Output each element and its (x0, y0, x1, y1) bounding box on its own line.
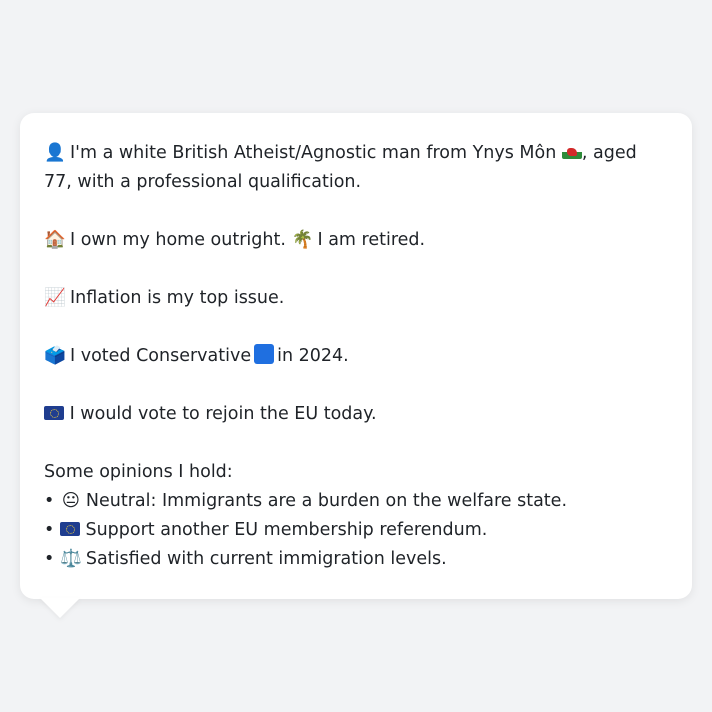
chart-increasing-icon: 📈 (44, 288, 66, 308)
retired-text: I am retired. (317, 230, 426, 250)
issue-text: Inflation is my top issue. (70, 288, 285, 308)
blue-square-icon (254, 344, 275, 364)
eu-flag-icon (44, 406, 64, 420)
opinion-text: Satisfied with current immigration level… (85, 549, 447, 569)
eu-flag-icon (59, 522, 80, 536)
opinion-text: Support another EU membership referendum… (85, 520, 488, 540)
wales-flag-icon (561, 145, 582, 159)
speech-bubble-pointer (40, 598, 80, 618)
opinion-text: Neutral: Immigrants are a burden on the … (85, 491, 568, 511)
balance-scale-icon: ⚖️ (60, 549, 82, 569)
vote-paragraph: 🗳️ I voted Conservative in 2024. (44, 342, 668, 371)
eu-text: I would vote to rejoin the EU today. (69, 404, 377, 424)
housing-paragraph: 🏠 I own my home outright. 🌴 I am retired. (44, 226, 668, 255)
bullet: • (44, 520, 55, 540)
bullet: • (44, 491, 55, 511)
opinions-list: • 😐 Neutral: Immigrants are a burden on t… (44, 487, 668, 574)
palm-tree-icon: 🌴 (291, 230, 314, 250)
list-item: • Support another EU membership referend… (44, 516, 668, 545)
vote-text-start: I voted Conservative (70, 346, 252, 366)
bullet: • (44, 549, 55, 569)
identity-text-start: I'm a white British Atheist/Agnostic man… (70, 143, 557, 163)
vote-text-end: in 2024. (277, 346, 349, 366)
person-silhouette-icon: 👤 (44, 143, 66, 163)
identity-paragraph: 👤 I'm a white British Atheist/Agnostic ma… (44, 139, 668, 197)
opinions-heading: Some opinions I hold: (44, 462, 233, 482)
list-item: • 😐 Neutral: Immigrants are a burden on t… (44, 487, 668, 516)
housing-text: I own my home outright. (70, 230, 286, 250)
ballot-box-icon: 🗳️ (44, 346, 66, 366)
issue-paragraph: 📈 Inflation is my top issue. (44, 284, 668, 313)
eu-paragraph: I would vote to rejoin the EU today. (44, 400, 668, 429)
house-icon: 🏠 (44, 230, 66, 250)
profile-card: 👤 I'm a white British Atheist/Agnostic ma… (20, 113, 692, 599)
neutral-face-icon: 😐 (61, 491, 81, 511)
list-item: • ⚖️ Satisfied with current immigration l… (44, 545, 668, 574)
